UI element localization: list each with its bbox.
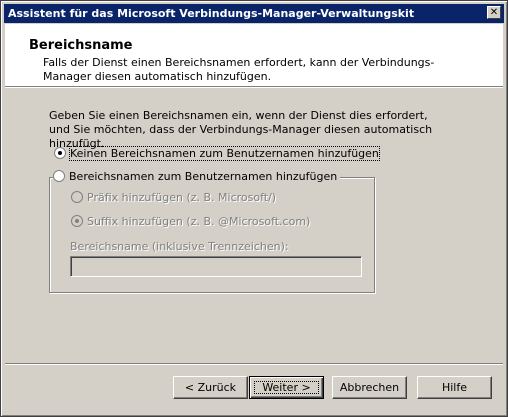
radio-add-realm-indicator[interactable]: [53, 170, 65, 182]
back-button[interactable]: < Zurück: [173, 376, 248, 399]
help-button[interactable]: Hilfe: [417, 376, 492, 399]
footer-separator: [5, 363, 503, 365]
radio-suffix[interactable]: Suffix hinzufügen (z. B. @Microsoft.com): [71, 215, 310, 228]
intro-text: Geben Sie einen Bereichsnamen ein, wenn …: [49, 109, 433, 150]
wizard-window: Assistent für das Microsoft Verbindungs-…: [0, 0, 508, 417]
radio-no-realm-indicator[interactable]: [54, 147, 66, 159]
realm-name-label: Bereichsname (inklusive Trennzeichen):: [70, 240, 289, 253]
header-separator: [5, 86, 503, 88]
radio-prefix-label: Präfix hinzufügen (z. B. Microsoft/): [87, 191, 277, 204]
next-button-label: Weiter >: [250, 377, 323, 398]
wizard-header: Bereichsname Falls der Dienst einen Bere…: [5, 24, 503, 86]
radio-suffix-label: Suffix hinzufügen (z. B. @Microsoft.com): [87, 215, 311, 228]
cancel-button[interactable]: Abbrechen: [332, 376, 407, 399]
page-description: Falls der Dienst einen Bereichsnamen erf…: [43, 56, 435, 83]
close-button[interactable]: ✕: [487, 6, 501, 19]
close-icon: ✕: [489, 7, 499, 18]
radio-no-realm-label: Keinen Bereichsnamen zum Benutzernamen h…: [69, 146, 380, 161]
realm-name-input[interactable]: [70, 256, 362, 277]
window-title: Assistent für das Microsoft Verbindungs-…: [8, 7, 415, 20]
radio-add-realm[interactable]: Bereichsnamen zum Benutzernamen hinzufüg…: [53, 170, 341, 183]
radio-prefix[interactable]: Präfix hinzufügen (z. B. Microsoft/): [71, 191, 276, 204]
page-title: Bereichsname: [29, 38, 133, 53]
next-button[interactable]: Weiter >: [249, 376, 324, 399]
radio-prefix-indicator[interactable]: [71, 191, 83, 203]
radio-no-realm[interactable]: Keinen Bereichsnamen zum Benutzernamen h…: [54, 146, 380, 161]
radio-suffix-indicator[interactable]: [71, 215, 83, 227]
radio-add-realm-label: Bereichsnamen zum Benutzernamen hinzufüg…: [69, 170, 338, 183]
title-bar[interactable]: Assistent für das Microsoft Verbindungs-…: [4, 4, 504, 23]
